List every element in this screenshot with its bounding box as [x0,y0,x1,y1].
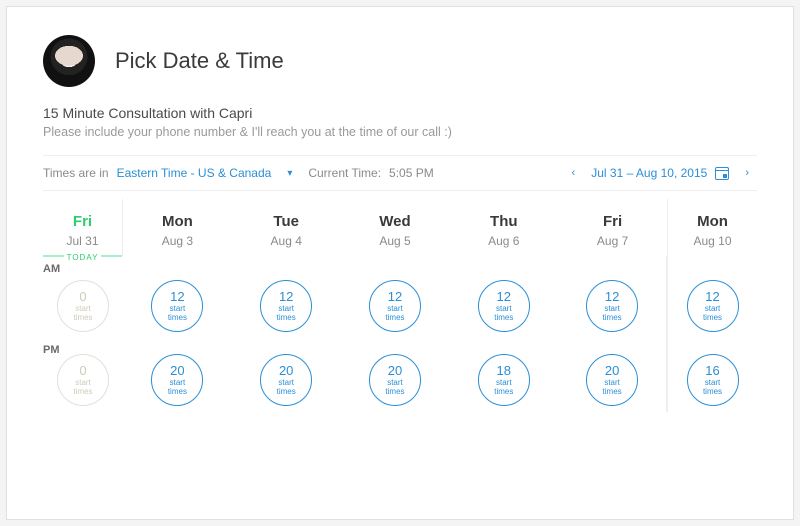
event-note: Please include your phone number & I'll … [43,125,757,139]
slot-count: 12 [170,290,184,303]
day-date: Aug 5 [341,234,450,248]
calendar-icon[interactable] [715,167,729,180]
slot-caption: start times [73,305,92,323]
date-range: Jul 31 – Aug 10, 2015 [591,166,707,180]
day-column: 0 start times 0 start times [43,256,123,412]
slot-count: 12 [705,290,719,303]
current-time-prefix: Current Time: [308,166,381,180]
slot-caption: start times [168,305,187,323]
timeslot-circle: 0 start times [57,280,109,332]
day-of-week: Thu [449,213,558,230]
day-date: Aug 6 [449,234,558,248]
slot-caption: start times [277,379,296,397]
slot-count: 12 [605,290,619,303]
slot-count: 0 [79,364,86,377]
timeslot-circle: 0 start times [57,354,109,406]
host-avatar [43,35,95,87]
slot-caption: start times [168,379,187,397]
timeslot-circle[interactable]: 16 start times [687,354,739,406]
timeslot-circle[interactable]: 12 start times [369,280,421,332]
day-of-week: Wed [341,213,450,230]
day-of-week: Fri [43,213,122,230]
day-date: Aug 3 [123,234,232,248]
day-date: Aug 10 [668,234,757,248]
day-column: 12 start times 16 start times [667,256,757,412]
day-of-week: Mon [668,213,757,230]
chevron-down-icon[interactable]: ▾ [279,168,300,179]
timezone-bar: Times are in Eastern Time - US & Canada … [43,155,757,191]
slot-count: 16 [705,364,719,377]
slot-count: 0 [79,290,86,303]
day-header: Fri Aug 7 [558,199,667,256]
tz-prefix: Times are in [43,166,109,180]
slot-caption: start times [603,305,622,323]
slot-caption: start times [385,379,404,397]
day-header: Mon Aug 3 [123,199,232,256]
slot-count: 12 [279,290,293,303]
slot-count: 12 [497,290,511,303]
slot-caption: start times [703,305,722,323]
slot-caption: start times [277,305,296,323]
day-header: Thu Aug 6 [449,199,558,256]
slot-count: 18 [497,364,511,377]
day-date: Jul 31 [43,234,122,248]
slot-count: 20 [388,364,402,377]
slot-count: 20 [170,364,184,377]
prev-week-button[interactable]: ‹ [564,167,584,179]
slot-caption: start times [73,379,92,397]
day-headers: FriJul 31TODAYMonAug 3TueAug 4WedAug 5Th… [43,199,757,256]
slot-caption: start times [494,305,513,323]
timeslot-circle[interactable]: 12 start times [260,280,312,332]
timeslot-grid: AM PM 0start times0start times12start ti… [43,256,757,412]
slot-count: 20 [279,364,293,377]
day-column: 12 start times 20 start times [558,256,667,412]
timeslot-circle[interactable]: 12 start times [586,280,638,332]
slot-caption: start times [703,379,722,397]
slot-caption: start times [494,379,513,397]
current-time: 5:05 PM [389,166,434,180]
slot-count: 12 [388,290,402,303]
timeslot-circle[interactable]: 20 start times [151,354,203,406]
day-of-week: Fri [558,213,667,230]
day-column: 12 start times 20 start times [123,256,232,412]
day-header: Mon Aug 10 [667,199,757,256]
slot-count: 20 [605,364,619,377]
timeslot-circle[interactable]: 20 start times [260,354,312,406]
header: Pick Date & Time [43,35,757,87]
timeslot-circle[interactable]: 12 start times [478,280,530,332]
timeslot-circle[interactable]: 20 start times [586,354,638,406]
slot-caption: start times [603,379,622,397]
timeslot-circle[interactable]: 12 start times [687,280,739,332]
day-column: 12 start times 20 start times [341,256,450,412]
day-date: Aug 7 [558,234,667,248]
timeslot-circle[interactable]: 18 start times [478,354,530,406]
day-header: Tue Aug 4 [232,199,341,256]
day-column: 12 start times 18 start times [449,256,558,412]
day-header: FriJul 31TODAY [43,199,123,256]
day-of-week: Tue [232,213,341,230]
day-column: 12 start times 20 start times [232,256,341,412]
timezone-select[interactable]: Eastern Time - US & Canada [117,166,272,180]
day-of-week: Mon [123,213,232,230]
next-week-button[interactable]: › [737,167,757,179]
timeslot-circle[interactable]: 20 start times [369,354,421,406]
day-date: Aug 4 [232,234,341,248]
slot-caption: start times [385,305,404,323]
event-subtitle: 15 Minute Consultation with Capri [43,105,757,121]
day-header: Wed Aug 5 [341,199,450,256]
timeslot-circle[interactable]: 12 start times [151,280,203,332]
scheduler-card: Pick Date & Time 15 Minute Consultation … [6,6,794,520]
page-title: Pick Date & Time [115,48,284,74]
